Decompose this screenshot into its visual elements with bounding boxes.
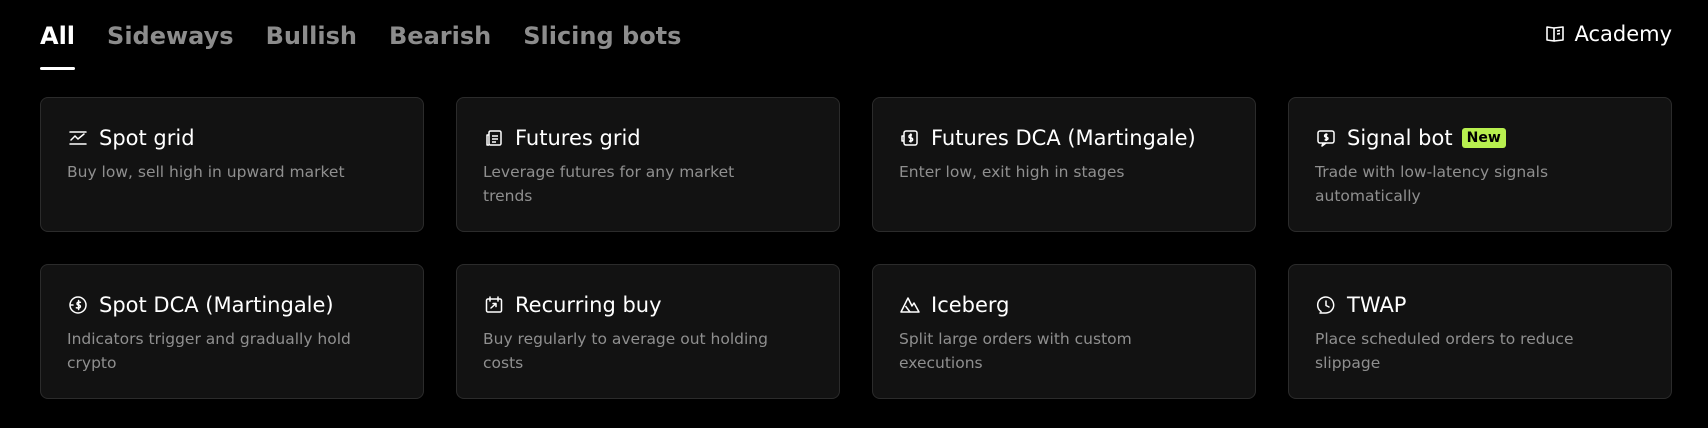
bot-description: Indicators trigger and gradually hold cr… (67, 330, 351, 372)
bot-title: Spot DCA (Martingale) (99, 293, 334, 317)
bot-title: TWAP (1347, 293, 1407, 317)
new-badge: New (1461, 128, 1506, 148)
bot-card-spot-grid[interactable]: Spot grid Buy low, sell high in upward m… (40, 97, 424, 232)
bot-description: Leverage futures for any market trends (483, 163, 735, 205)
bot-card-iceberg[interactable]: Iceberg Split large orders with custom e… (872, 264, 1256, 399)
tab-sideways[interactable]: Sideways (107, 18, 234, 70)
bot-description: Place scheduled orders to reduce slippag… (1315, 330, 1574, 372)
bot-description: Buy low, sell high in upward market (67, 163, 345, 181)
tab-bullish[interactable]: Bullish (266, 18, 357, 70)
bot-card-twap[interactable]: TWAP Place scheduled orders to reduce sl… (1288, 264, 1672, 399)
bot-grid: Spot grid Buy low, sell high in upward m… (40, 97, 1672, 399)
book-icon (1544, 23, 1566, 45)
bot-description: Buy regularly to average out holding cos… (483, 330, 768, 372)
signal-bot-icon (1315, 127, 1337, 149)
spot-grid-icon (67, 127, 89, 149)
academy-label: Academy (1574, 22, 1672, 46)
futures-grid-icon (483, 127, 505, 149)
bot-description: Split large orders with custom execution… (899, 330, 1132, 372)
recurring-buy-icon (483, 294, 505, 316)
iceberg-icon (899, 294, 921, 316)
tab-all[interactable]: All (40, 18, 76, 70)
bot-title: Recurring buy (515, 293, 662, 317)
twap-icon (1315, 294, 1337, 316)
bot-title: Futures grid (515, 126, 641, 150)
bot-card-futures-dca[interactable]: Futures DCA (Martingale) Enter low, exit… (872, 97, 1256, 232)
academy-link[interactable]: Academy (1544, 22, 1672, 46)
bot-card-spot-dca[interactable]: Spot DCA (Martingale) Indicators trigger… (40, 264, 424, 399)
bot-card-futures-grid[interactable]: Futures grid Leverage futures for any ma… (456, 97, 840, 232)
bot-card-signal-bot[interactable]: Signal bot New Trade with low-latency si… (1288, 97, 1672, 232)
bot-title: Futures DCA (Martingale) (931, 126, 1196, 150)
bot-title: Iceberg (931, 293, 1010, 317)
tab-bearish[interactable]: Bearish (389, 18, 491, 70)
tab-slicing-bots[interactable]: Slicing bots (523, 18, 681, 70)
bot-card-recurring-buy[interactable]: Recurring buy Buy regularly to average o… (456, 264, 840, 399)
bot-title: Signal bot (1347, 126, 1453, 150)
bot-title: Spot grid (99, 126, 195, 150)
spot-dca-icon (67, 294, 89, 316)
futures-dca-icon (899, 127, 921, 149)
trading-bots-page: All Sideways Bullish Bearish Slicing bot… (0, 0, 1708, 428)
bot-description: Trade with low-latency signals automatic… (1315, 163, 1549, 205)
category-tabs: All Sideways Bullish Bearish Slicing bot… (40, 18, 713, 70)
bot-description: Enter low, exit high in stages (899, 163, 1125, 181)
